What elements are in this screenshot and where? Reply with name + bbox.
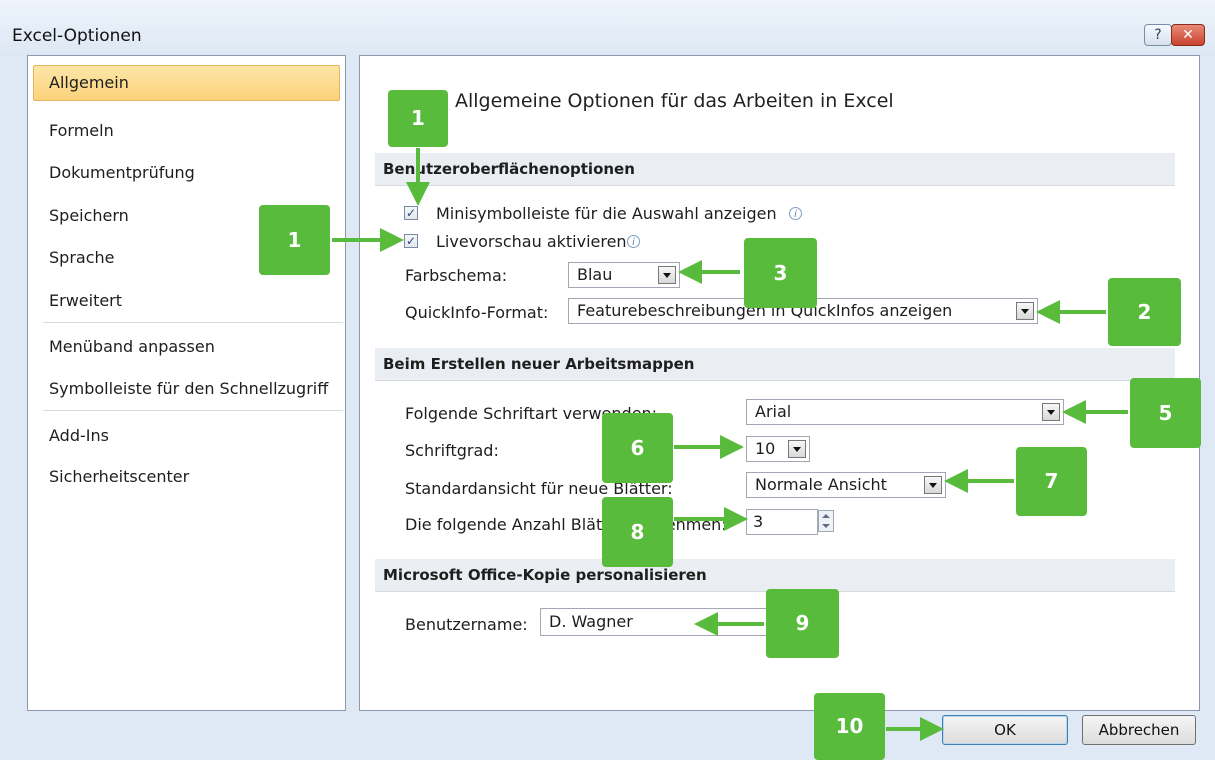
mini-toolbar-checkbox[interactable]: ✓ xyxy=(404,206,418,220)
color-scheme-label: Farbschema: xyxy=(405,266,508,285)
sheet-count-value: 3 xyxy=(753,512,764,531)
section-divider xyxy=(375,380,1175,381)
default-view-dropdown[interactable]: Normale Ansicht xyxy=(746,472,946,498)
live-preview-label: Livevorschau aktivieren xyxy=(436,232,627,251)
chevron-down-icon xyxy=(924,476,942,494)
nav-item-speichern[interactable]: Speichern xyxy=(49,206,129,225)
font-size-dropdown[interactable]: 10 xyxy=(746,436,810,462)
font-dropdown[interactable]: Arial xyxy=(746,399,1064,425)
nav-item-formeln[interactable]: Formeln xyxy=(49,121,114,140)
nav-item-sprache[interactable]: Sprache xyxy=(49,248,114,267)
username-value: D. Wagner xyxy=(549,612,633,631)
annotation-badge: 5 xyxy=(1130,378,1201,448)
screentip-label: QuickInfo-Format: xyxy=(405,303,549,322)
nav-item-add-ins[interactable]: Add-Ins xyxy=(49,426,109,445)
page-title: Allgemeine Optionen für das Arbeiten in … xyxy=(455,90,894,112)
info-icon: i xyxy=(789,207,802,220)
mini-toolbar-label: Minisymbolleiste für die Auswahl anzeige… xyxy=(436,204,777,223)
section-new-workbooks: Beim Erstellen neuer Arbeitsmappen xyxy=(375,348,1175,380)
annotation-badge: 1 xyxy=(388,90,448,147)
color-scheme-value: Blau xyxy=(577,265,613,284)
nav-item-allgemein[interactable]: Allgemein xyxy=(33,65,340,101)
annotation-badge: 1 xyxy=(259,205,330,275)
annotation-badge: 7 xyxy=(1016,447,1087,516)
ok-button[interactable]: OK xyxy=(942,715,1068,745)
nav-divider xyxy=(43,322,343,323)
window-title: Excel-Optionen xyxy=(12,26,142,46)
close-icon: ✕ xyxy=(1182,27,1194,43)
info-icon: i xyxy=(627,235,640,248)
annotation-badge: 6 xyxy=(602,413,673,483)
chevron-down-icon xyxy=(658,266,676,284)
section-personalize: Microsoft Office-Kopie personalisieren xyxy=(375,559,1175,591)
nav-item-schnellzugriff[interactable]: Symbolleiste für den Schnellzugriff xyxy=(49,379,328,398)
nav-divider xyxy=(43,410,343,411)
username-input[interactable]: D. Wagner xyxy=(540,608,780,636)
nav-item-erweitert[interactable]: Erweitert xyxy=(49,291,122,310)
chevron-down-icon xyxy=(1042,403,1060,421)
cancel-button[interactable]: Abbrechen xyxy=(1082,715,1196,745)
sheet-count-label: Die folgende Anzahl Blätter aufnehmen: xyxy=(405,515,727,534)
spin-down-icon[interactable] xyxy=(822,524,830,528)
options-nav: Allgemein Formeln Dokumentprüfung Speich… xyxy=(27,55,346,711)
annotation-badge: 10 xyxy=(814,693,885,760)
nav-item-sicherheitscenter[interactable]: Sicherheitscenter xyxy=(49,467,189,486)
title-bar: Excel-Optionen ? ✕ xyxy=(0,0,1215,56)
live-preview-checkbox[interactable]: ✓ xyxy=(404,234,418,248)
default-view-value: Normale Ansicht xyxy=(755,475,887,494)
section-ui-options: Benutzeroberflächenoptionen xyxy=(375,153,1175,185)
username-label: Benutzername: xyxy=(405,615,528,634)
annotation-badge: 3 xyxy=(744,238,817,308)
section-divider xyxy=(375,185,1175,186)
chevron-down-icon xyxy=(788,440,806,458)
help-button[interactable]: ? xyxy=(1144,24,1172,46)
sheet-count-spinner[interactable] xyxy=(818,510,834,532)
nav-item-dokumentpruefung[interactable]: Dokumentprüfung xyxy=(49,163,195,182)
font-value: Arial xyxy=(755,402,792,421)
nav-item-menueband-anpassen[interactable]: Menüband anpassen xyxy=(49,337,215,356)
annotation-badge: 2 xyxy=(1108,278,1181,346)
annotation-badge: 8 xyxy=(602,497,673,567)
sheet-count-input[interactable]: 3 xyxy=(746,509,818,535)
font-size-label: Schriftgrad: xyxy=(405,441,499,460)
spin-up-icon[interactable] xyxy=(822,514,830,518)
close-button[interactable]: ✕ xyxy=(1171,24,1205,46)
font-size-value: 10 xyxy=(755,439,776,458)
chevron-down-icon xyxy=(1016,302,1034,320)
help-icon: ? xyxy=(1154,27,1162,43)
annotation-badge: 9 xyxy=(766,589,839,658)
color-scheme-dropdown[interactable]: Blau xyxy=(568,262,680,288)
